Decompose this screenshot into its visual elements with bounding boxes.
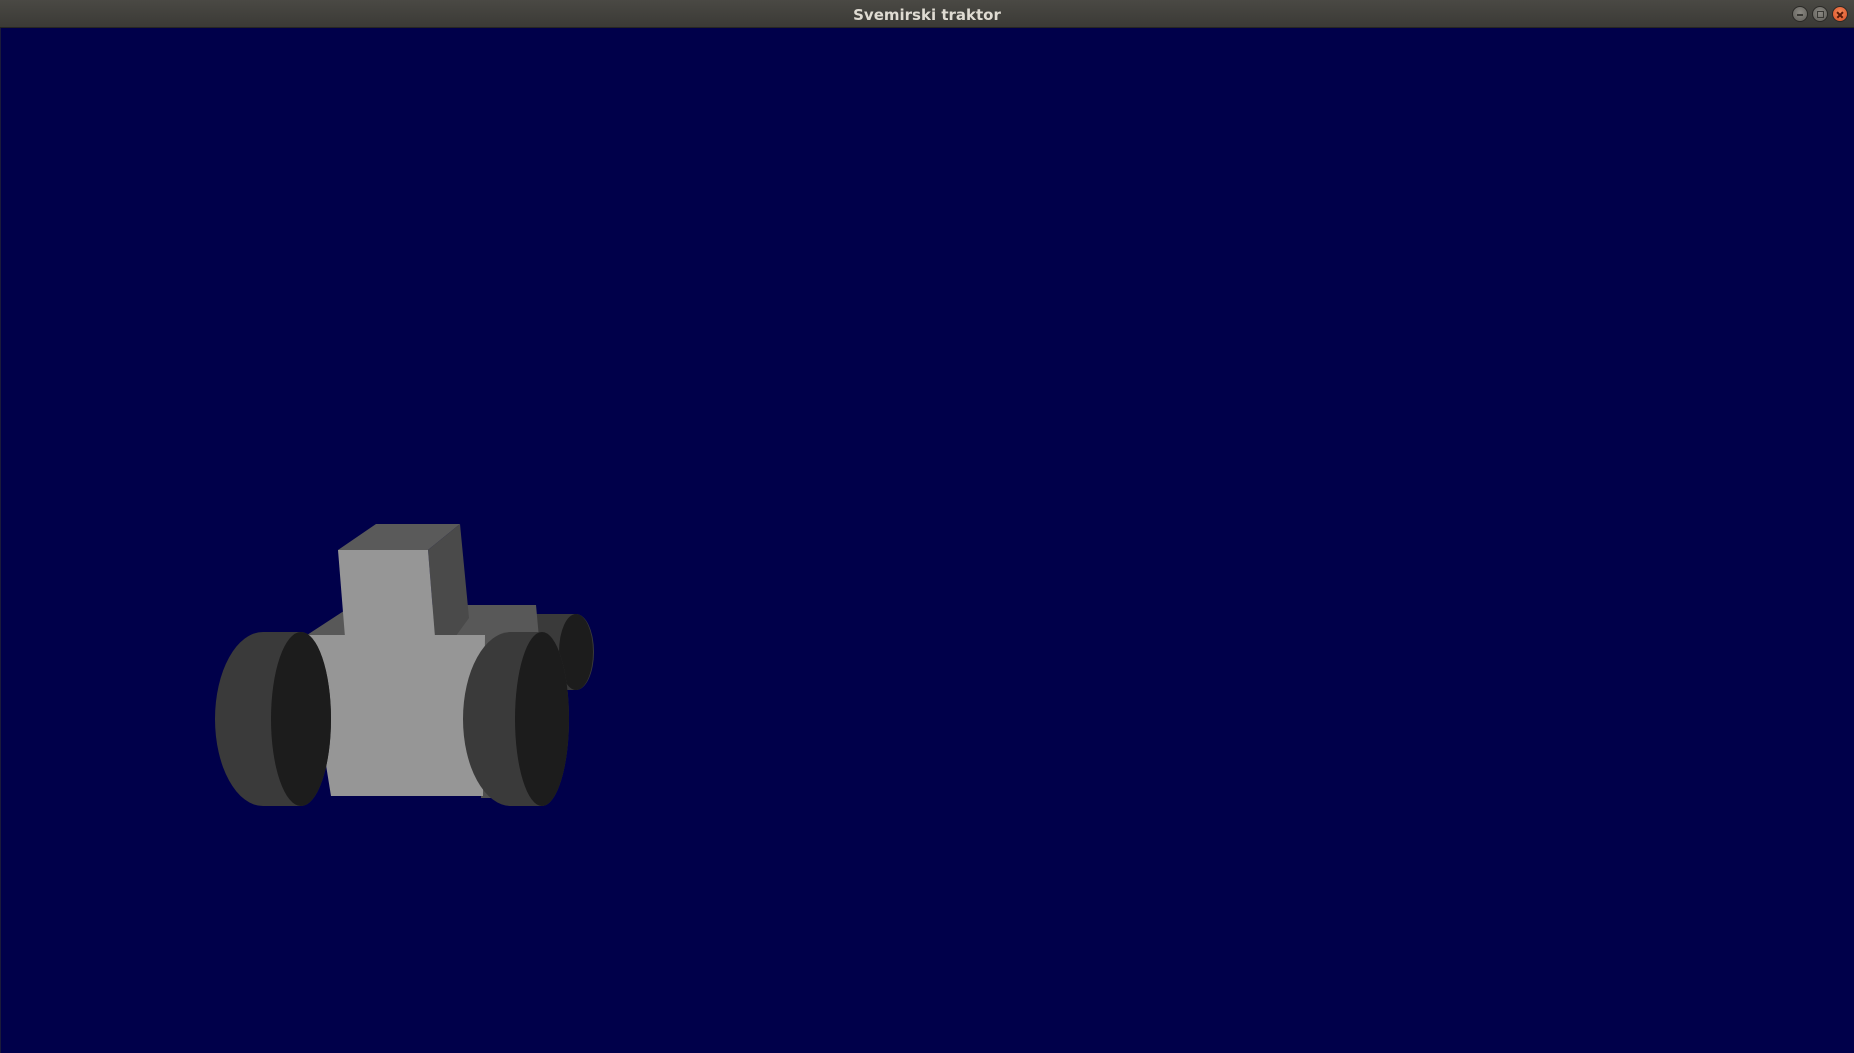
app-window: Svemirski traktor (0, 0, 1854, 1053)
title-bar[interactable]: Svemirski traktor (0, 0, 1854, 28)
window-controls (1792, 6, 1848, 22)
maximize-icon[interactable] (1812, 6, 1828, 22)
front-wheel-right (463, 632, 569, 806)
front-wheel-left (215, 632, 331, 806)
close-icon[interactable] (1832, 6, 1848, 22)
opengl-viewport[interactable] (0, 28, 1854, 1053)
tractor-scene (215, 524, 594, 806)
minimize-icon[interactable] (1792, 6, 1808, 22)
window-title: Svemirski traktor (853, 6, 1001, 24)
tractor-body-front (305, 635, 485, 796)
tractor-model (215, 524, 594, 806)
